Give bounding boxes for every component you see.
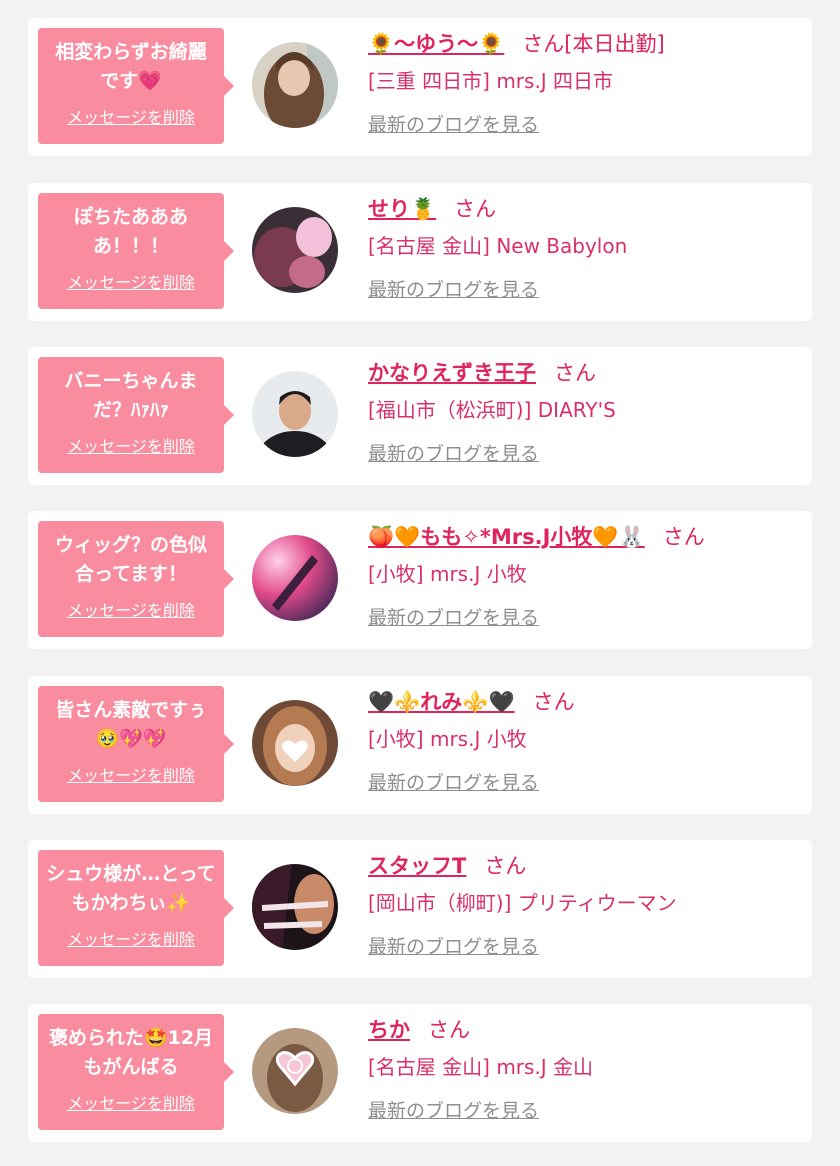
name-suffix: さん [554, 361, 596, 385]
message-text: 褒められた🤩12月もがんばる [48, 1027, 214, 1078]
latest-blog-link[interactable]: 最新のブログを見る [368, 1100, 539, 1122]
message-text: シュウ様が…とってもかわちぃ✨ [46, 863, 216, 914]
message-bubble: ぽちたああああ！！！ メッセージを削除 [38, 193, 234, 309]
shop-label: [名古屋 金山] mrs.J 金山 [368, 1055, 594, 1079]
delete-message-link[interactable]: メッセージを削除 [67, 597, 195, 621]
girl-info: 🌻〜ゆう〜🌻 さん[本日出勤] [三重 四日市] mrs.J 四日市 最新のブログ… [368, 28, 802, 140]
list-item: シュウ様が…とってもかわちぃ✨ メッセージを削除 スタッフT さん [岡山市（柳町… [28, 840, 812, 978]
message-text: ぽちたああああ！！！ [73, 206, 188, 257]
list-item: バニーちゃんまだ？ﾊｧﾊｧ メッセージを削除 かなりえずき王子 さん [福山市（松… [28, 347, 812, 485]
latest-blog-link[interactable]: 最新のブログを見る [368, 114, 539, 136]
girl-info: かなりえずき王子 さん [福山市（松浜町)] DIARY'S 最新のブログを見る [368, 357, 802, 469]
list-item: 相変わらずお綺麗です💗 メッセージを削除 🌻〜ゆう〜🌻 さん[本日出勤] [三重 … [28, 18, 812, 156]
delete-message-link[interactable]: メッセージを削除 [67, 1090, 195, 1114]
name-suffix: さん [428, 1018, 470, 1042]
avatar[interactable] [252, 207, 338, 293]
list-item: ぽちたああああ！！！ メッセージを削除 せり🍍 さん [名古屋 金山] New B… [28, 183, 812, 321]
shop-label: [福山市（松浜町)] DIARY'S [368, 398, 616, 422]
avatar[interactable] [252, 371, 338, 457]
girl-name-link[interactable]: ちか [368, 1018, 410, 1042]
girl-info: せり🍍 さん [名古屋 金山] New Babylon 最新のブログを見る [368, 193, 802, 305]
list-item: ウィッグ？の色似合ってます！ メッセージを削除 🍑🧡もも✧*Mrs.J小牧🧡🐰 さ… [28, 511, 812, 649]
list-item: 皆さん素敵ですぅ🥹💖💖 メッセージを削除 🖤⚜️れみ⚜️🖤 さん [小牧] mrs… [28, 676, 812, 814]
name-suffix: さん[本日出勤] [522, 32, 665, 56]
delete-message-link[interactable]: メッセージを削除 [67, 926, 195, 950]
latest-blog-link[interactable]: 最新のブログを見る [368, 607, 539, 629]
avatar[interactable] [252, 42, 338, 128]
avatar[interactable] [252, 535, 338, 621]
message-bubble: ウィッグ？の色似合ってます！ メッセージを削除 [38, 521, 234, 637]
avatar[interactable] [252, 700, 338, 786]
delete-message-link[interactable]: メッセージを削除 [67, 433, 195, 457]
avatar[interactable] [252, 864, 338, 950]
message-bubble: シュウ様が…とってもかわちぃ✨ メッセージを削除 [38, 850, 234, 966]
name-suffix: さん [662, 525, 705, 549]
girl-name-link[interactable]: せり🍍 [368, 197, 436, 221]
name-suffix: さん [532, 690, 575, 714]
girl-info: ちか さん [名古屋 金山] mrs.J 金山 最新のブログを見る [368, 1014, 802, 1126]
latest-blog-link[interactable]: 最新のブログを見る [368, 443, 539, 465]
shop-label: [岡山市（柳町)] プリティウーマン [368, 891, 677, 915]
girl-info: 🖤⚜️れみ⚜️🖤 さん [小牧] mrs.J 小牧 最新のブログを見る [368, 686, 802, 798]
girl-name-link[interactable]: スタッフT [368, 854, 466, 878]
girl-name-link[interactable]: 🌻〜ゆう〜🌻 [368, 32, 504, 56]
name-suffix: さん [454, 197, 497, 221]
girl-info: スタッフT さん [岡山市（柳町)] プリティウーマン 最新のブログを見る [368, 850, 802, 962]
message-text: ウィッグ？の色似合ってます！ [54, 534, 207, 585]
shop-label: [名古屋 金山] New Babylon [368, 234, 628, 258]
latest-blog-link[interactable]: 最新のブログを見る [368, 279, 539, 301]
delete-message-link[interactable]: メッセージを削除 [67, 762, 195, 786]
shop-label: [三重 四日市] mrs.J 四日市 [368, 69, 614, 93]
message-bubble: バニーちゃんまだ？ﾊｧﾊｧ メッセージを削除 [38, 357, 234, 473]
avatar[interactable] [252, 1028, 338, 1114]
message-text: 相変わらずお綺麗です💗 [55, 41, 207, 92]
delete-message-link[interactable]: メッセージを削除 [67, 104, 195, 128]
delete-message-link[interactable]: メッセージを削除 [67, 269, 195, 293]
message-text: 皆さん素敵ですぅ🥹💖💖 [55, 699, 207, 750]
message-bubble: 皆さん素敵ですぅ🥹💖💖 メッセージを削除 [38, 686, 234, 802]
latest-blog-link[interactable]: 最新のブログを見る [368, 772, 539, 794]
message-bubble: 相変わらずお綺麗です💗 メッセージを削除 [38, 28, 234, 144]
girl-name-link[interactable]: 🍑🧡もも✧*Mrs.J小牧🧡🐰 [368, 525, 645, 549]
list-item: 褒められた🤩12月もがんばる メッセージを削除 ちか さん [名古屋 金山] mr… [28, 1004, 812, 1142]
message-list: 相変わらずお綺麗です💗 メッセージを削除 🌻〜ゆう〜🌻 さん[本日出勤] [三重 … [0, 0, 840, 1166]
latest-blog-link[interactable]: 最新のブログを見る [368, 936, 539, 958]
message-text: バニーちゃんまだ？ﾊｧﾊｧ [64, 370, 198, 421]
girl-name-link[interactable]: 🖤⚜️れみ⚜️🖤 [368, 690, 515, 714]
name-suffix: さん [484, 854, 527, 878]
shop-label: [小牧] mrs.J 小牧 [368, 727, 527, 751]
message-bubble: 褒められた🤩12月もがんばる メッセージを削除 [38, 1014, 234, 1130]
shop-label: [小牧] mrs.J 小牧 [368, 562, 527, 586]
girl-name-link[interactable]: かなりえずき王子 [368, 361, 536, 385]
girl-info: 🍑🧡もも✧*Mrs.J小牧🧡🐰 さん [小牧] mrs.J 小牧 最新のブログを見… [368, 521, 802, 633]
